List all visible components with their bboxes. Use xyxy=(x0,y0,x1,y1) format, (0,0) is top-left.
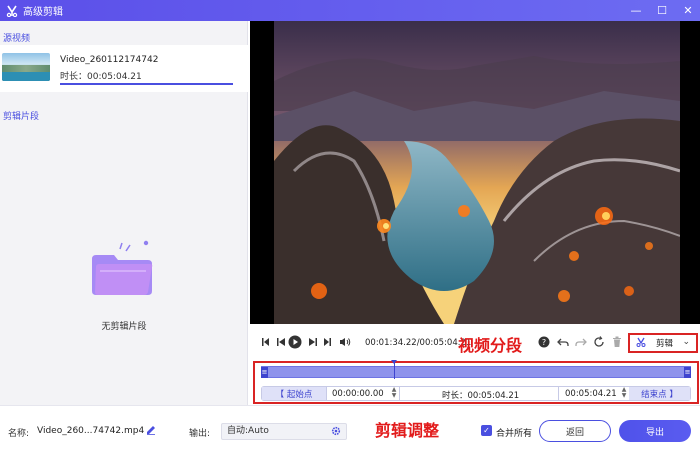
close-button[interactable]: ✕ xyxy=(682,4,694,17)
end-time-spinner[interactable]: ▲ ▼ xyxy=(620,387,628,400)
set-start-button[interactable]: 【 起始点 xyxy=(262,387,326,400)
name-label: 名称: xyxy=(8,429,30,439)
source-video-item[interactable]: Video_260112174742 时长：00:05:04.21 xyxy=(0,45,248,92)
start-time-input[interactable]: 00:00:00.00 xyxy=(332,389,384,399)
source-progress-bar xyxy=(60,83,233,85)
end-time-input[interactable]: 00:05:04.21 xyxy=(565,389,617,399)
export-button[interactable]: 导出 xyxy=(619,420,691,442)
bottom-bar: 名称: Video_260...74742.mp4 输出: 自动:Auto 剪辑… xyxy=(0,405,700,453)
timeline-start-handle[interactable]: ≡ xyxy=(261,367,268,378)
timeline-end-handle[interactable]: ≡ xyxy=(684,367,691,378)
minimize-button[interactable]: — xyxy=(630,4,642,17)
frame-forward-icon[interactable] xyxy=(321,336,333,348)
segment-annotation: 视频分段 xyxy=(458,336,523,355)
merge-all-checkbox[interactable]: ✓ xyxy=(481,425,492,436)
output-filename: Video_260...74742.mp4 xyxy=(37,426,145,436)
left-panel: 源视频 Video_260112174742 时长：00:05:04.21 剪辑… xyxy=(0,21,248,405)
app-logo-icon xyxy=(5,4,19,18)
set-end-button[interactable]: 结束点 】 xyxy=(629,387,690,400)
source-video-duration: 时长：00:05:04.21 xyxy=(60,72,142,82)
playhead-line xyxy=(394,361,396,379)
gear-icon[interactable] xyxy=(331,426,341,442)
undo-icon[interactable] xyxy=(557,336,569,348)
output-format-value: 自动:Auto xyxy=(227,426,269,436)
video-thumbnail xyxy=(2,53,50,81)
chevron-down-icon: ⌄ xyxy=(682,337,690,347)
skip-end-icon[interactable] xyxy=(307,336,319,348)
redo-icon[interactable] xyxy=(575,336,587,348)
start-time-spinner[interactable]: ▲ ▼ xyxy=(390,387,398,400)
video-frame xyxy=(274,21,680,324)
skip-start-icon[interactable] xyxy=(275,336,287,348)
output-format-select[interactable]: 自动:Auto xyxy=(221,423,347,440)
source-video-label: 源视频 xyxy=(3,34,31,44)
empty-folder-icon xyxy=(88,239,156,301)
delete-icon[interactable] xyxy=(611,336,623,348)
clip-duration: 时长：00:05:04.21 xyxy=(442,391,520,401)
maximize-button[interactable]: ☐ xyxy=(656,4,668,17)
timeline-panel: ≡ ≡ 【 起始点 00:00:00.00 ▲ ▼ 时长：00:05:04.21 … xyxy=(253,360,699,404)
clips-label: 剪辑片段 xyxy=(3,112,40,122)
playback-controls: 00:01:34.22/00:05:04.21 视频分段 ? 剪辑 ⌄ xyxy=(250,330,700,356)
play-icon[interactable] xyxy=(288,335,302,349)
edit-mode-dropdown[interactable]: 剪辑 ⌄ xyxy=(628,333,698,353)
title-bar: 高级剪辑 — ☐ ✕ xyxy=(0,0,700,21)
trim-fields: 【 起始点 00:00:00.00 ▲ ▼ 时长：00:05:04.21 00:0… xyxy=(261,386,691,401)
svg-text:?: ? xyxy=(542,338,546,347)
edit-mode-label: 剪辑 xyxy=(656,339,674,349)
reset-icon[interactable] xyxy=(593,336,605,348)
back-button[interactable]: 返回 xyxy=(539,420,611,442)
window-title: 高级剪辑 xyxy=(23,7,63,18)
output-label: 输出: xyxy=(189,429,211,439)
edit-name-icon[interactable] xyxy=(146,425,156,438)
adjust-annotation: 剪辑调整 xyxy=(375,421,440,440)
help-icon[interactable]: ? xyxy=(538,336,550,348)
timeline-track[interactable] xyxy=(261,366,691,378)
scissors-icon xyxy=(636,337,646,350)
merge-all-label: 合并所有 xyxy=(496,429,533,439)
video-preview xyxy=(250,21,700,324)
empty-clips-text: 无剪辑片段 xyxy=(101,322,147,332)
volume-icon[interactable] xyxy=(339,336,351,348)
frame-back-icon[interactable] xyxy=(260,336,272,348)
timecode-display: 00:01:34.22/00:05:04.21 xyxy=(365,338,472,348)
source-video-name: Video_260112174742 xyxy=(60,55,159,65)
